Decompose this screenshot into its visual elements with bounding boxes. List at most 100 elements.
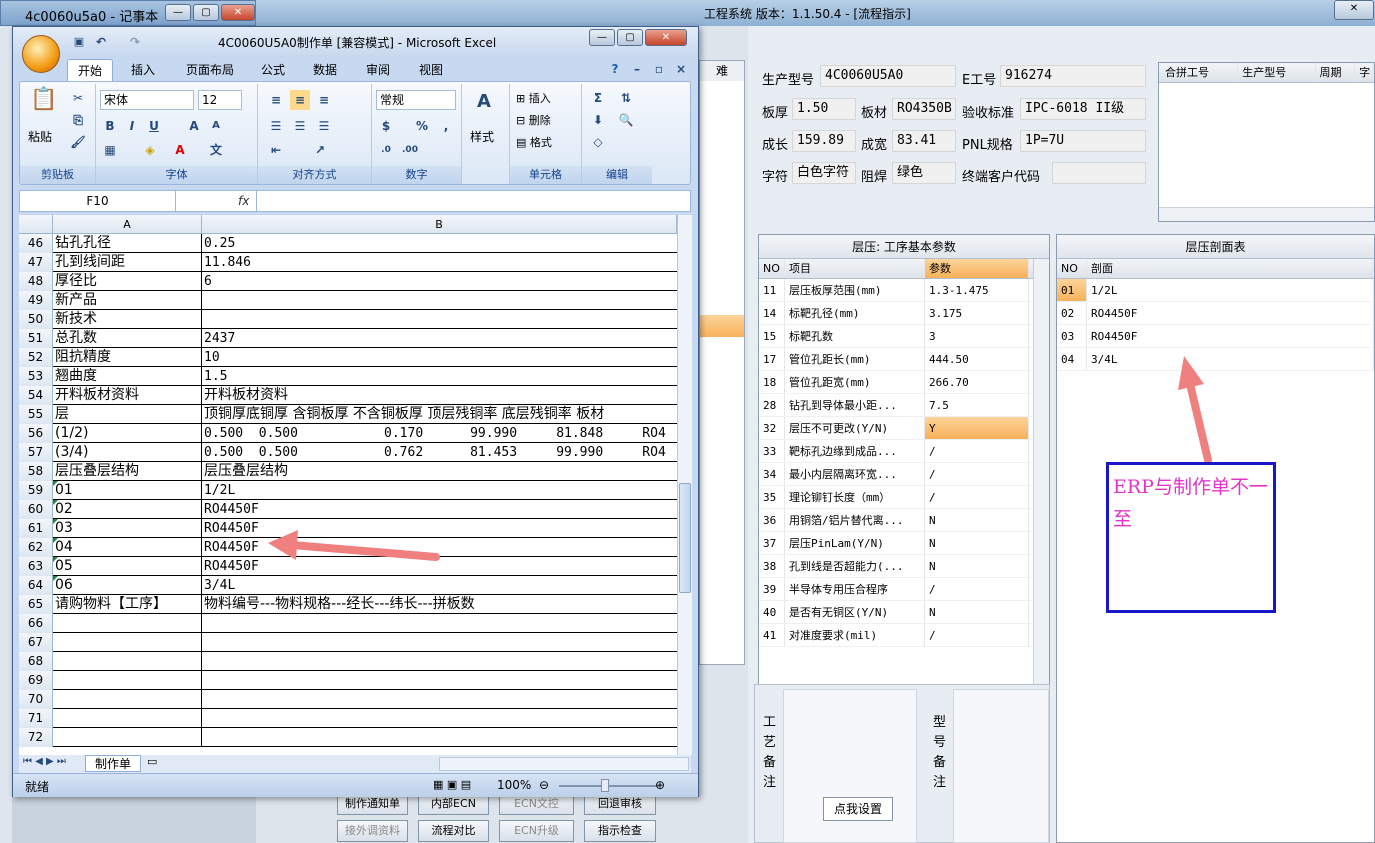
- align-left-icon[interactable]: ☰: [266, 116, 286, 136]
- redo-icon[interactable]: ↷: [125, 32, 145, 52]
- cell-b[interactable]: [202, 671, 677, 690]
- cell-a[interactable]: [53, 690, 202, 709]
- row-header[interactable]: 63: [19, 557, 53, 576]
- params-row[interactable]: 11 层压板厚范围(mm) 1.3-1.475: [759, 279, 1049, 302]
- sheet-tab-production[interactable]: 制作单: [85, 755, 141, 772]
- row-header[interactable]: 58: [19, 462, 53, 481]
- cell-b[interactable]: 0.25: [202, 234, 677, 253]
- select-all[interactable]: [19, 215, 53, 234]
- format-cells-button[interactable]: ▤ 格式: [516, 134, 552, 150]
- row-header[interactable]: 61: [19, 519, 53, 538]
- check-button[interactable]: 指示检查: [584, 820, 656, 842]
- cell-a[interactable]: 层压叠层结构: [53, 462, 202, 481]
- percent-icon[interactable]: %: [412, 116, 432, 136]
- increase-decimal-icon[interactable]: .0: [376, 140, 396, 160]
- find-icon[interactable]: 🔍: [616, 110, 636, 130]
- params-row[interactable]: 36 用铜箔/铝片替代离... N: [759, 509, 1049, 532]
- cell-a[interactable]: 翘曲度: [53, 367, 202, 386]
- cell-b[interactable]: 1.5: [202, 367, 677, 386]
- sheet-hscroll[interactable]: [439, 757, 689, 771]
- tab-layout[interactable]: 页面布局: [177, 59, 243, 81]
- row-header[interactable]: 48: [19, 272, 53, 291]
- params-row[interactable]: 14 标靶孔径(mm) 3.175: [759, 302, 1049, 325]
- row-header[interactable]: 57: [19, 443, 53, 462]
- ecn-upgrade-button[interactable]: ECN升级: [499, 820, 574, 842]
- fx-icon[interactable]: fx: [238, 191, 249, 211]
- paste-label[interactable]: 粘贴: [28, 128, 52, 145]
- align-top-icon[interactable]: ≡: [266, 90, 286, 110]
- cell-b[interactable]: 6: [202, 272, 677, 291]
- excel-window[interactable]: 4C0060U5A0制作单 [兼容模式] - Microsoft Excel ▣…: [12, 26, 699, 797]
- row-header[interactable]: 50: [19, 310, 53, 329]
- excel-titlebar[interactable]: 4C0060U5A0制作单 [兼容模式] - Microsoft Excel ▣…: [13, 27, 698, 57]
- border-icon[interactable]: ▦: [100, 140, 120, 160]
- cell-b[interactable]: 1/2L: [202, 481, 677, 500]
- minimize-button[interactable]: —: [165, 4, 191, 21]
- fill-icon[interactable]: ⬇: [588, 110, 608, 130]
- indent-icon[interactable]: ⇤: [266, 140, 286, 160]
- merge-grid-hscroll[interactable]: [1159, 207, 1374, 221]
- format-painter-icon[interactable]: 🖌: [68, 132, 88, 152]
- row-header[interactable]: 66: [19, 614, 53, 633]
- orientation-icon[interactable]: ↗: [310, 140, 330, 160]
- copy-icon[interactable]: ⎘: [68, 110, 88, 130]
- row-header[interactable]: 54: [19, 386, 53, 405]
- cell-a[interactable]: 阻抗精度: [53, 348, 202, 367]
- external-data-button[interactable]: 接外调资料: [337, 820, 408, 842]
- cell-b[interactable]: 顶铜厚底铜厚 含铜板厚 不含铜板厚 顶层残铜率 底层残铜率 板材: [202, 405, 677, 424]
- cell-b[interactable]: RO4450F: [202, 500, 677, 519]
- cell-b[interactable]: [202, 709, 677, 728]
- align-right-icon[interactable]: ☰: [314, 116, 334, 136]
- align-center-icon[interactable]: ☰: [290, 116, 310, 136]
- currency-icon[interactable]: $: [376, 116, 396, 136]
- sheet-vscroll-thumb[interactable]: [679, 483, 691, 593]
- sort-filter-icon[interactable]: ⇅: [616, 88, 636, 108]
- font-size-select[interactable]: 12: [198, 90, 242, 110]
- cell-a[interactable]: 04: [53, 538, 202, 557]
- shrink-font-icon[interactable]: A: [206, 116, 226, 136]
- zoom-slider[interactable]: [559, 779, 659, 792]
- help-icon[interactable]: ?: [605, 59, 625, 79]
- tab-home[interactable]: 开始: [67, 59, 113, 81]
- params-row[interactable]: 38 孔到线是否超能力(... N: [759, 555, 1049, 578]
- fill-color-icon[interactable]: ◈: [140, 140, 160, 160]
- font-select[interactable]: 宋体: [100, 90, 194, 110]
- wid-field[interactable]: 83.41: [892, 130, 956, 152]
- tab-formulas[interactable]: 公式: [253, 59, 293, 81]
- autosum-icon[interactable]: Σ: [588, 88, 608, 108]
- excel-minimize-button[interactable]: —: [589, 29, 615, 46]
- name-box[interactable]: F10: [20, 191, 176, 211]
- thick-field[interactable]: 1.50: [792, 98, 856, 120]
- excel-maximize-button[interactable]: ▢: [617, 29, 643, 46]
- cell-b[interactable]: [202, 310, 677, 329]
- italic-icon[interactable]: I: [122, 116, 142, 136]
- tab-data[interactable]: 数据: [305, 59, 345, 81]
- row-header[interactable]: 64: [19, 576, 53, 595]
- cell-a[interactable]: 新产品: [53, 291, 202, 310]
- stack-row[interactable]: 04 3/4L: [1057, 348, 1374, 371]
- cell-a[interactable]: [53, 633, 202, 652]
- new-sheet-icon[interactable]: ▭: [147, 755, 157, 768]
- cust-field[interactable]: [1052, 162, 1146, 184]
- comma-icon[interactable]: ,: [436, 116, 456, 136]
- row-header[interactable]: 55: [19, 405, 53, 424]
- cell-b[interactable]: RO4450F: [202, 557, 677, 576]
- maximize-button[interactable]: ▢: [193, 4, 219, 21]
- cell-b[interactable]: 物料编号---物料规格---经长---纬长---拼板数: [202, 595, 677, 614]
- params-row[interactable]: 17 管位孔距长(mm) 444.50: [759, 348, 1049, 371]
- zoom-out-icon[interactable]: ⊖: [539, 778, 549, 792]
- params-row[interactable]: 32 层压不可更改(Y/N) Y: [759, 417, 1049, 440]
- sheet-grid[interactable]: A B 46 钻孔孔径 0.25 47 孔到线间距 11.846 48 厚径比 6 49 新产品 50…: [19, 215, 677, 755]
- clear-icon[interactable]: ◇: [588, 132, 608, 152]
- cell-a[interactable]: [53, 728, 202, 747]
- row-header[interactable]: 68: [19, 652, 53, 671]
- align-bottom-icon[interactable]: ≡: [314, 90, 334, 110]
- cell-b[interactable]: 11.846: [202, 253, 677, 272]
- len-field[interactable]: 159.89: [792, 130, 856, 152]
- cell-a[interactable]: 钻孔孔径: [53, 234, 202, 253]
- cell-b[interactable]: 层压叠层结构: [202, 462, 677, 481]
- close-button[interactable]: ✕: [221, 4, 255, 21]
- notepad-titlebar[interactable]: 4c0060u5a0 - 记事本 — ▢ ✕: [0, 0, 256, 26]
- sheet-vscroll[interactable]: [677, 215, 692, 755]
- cell-a[interactable]: (3/4): [53, 443, 202, 462]
